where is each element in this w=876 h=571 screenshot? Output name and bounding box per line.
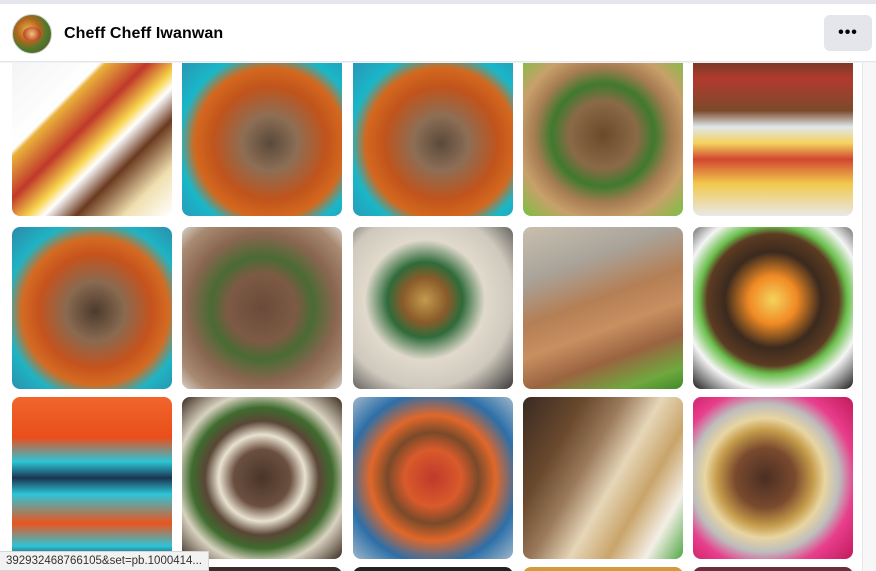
page-name-link[interactable]: Cheff Cheff Iwanwan xyxy=(64,25,223,43)
page-avatar[interactable] xyxy=(12,14,52,54)
photo-brown-broth-soup[interactable] xyxy=(182,227,342,389)
photo-spicy-beef-stew-bowl[interactable] xyxy=(353,397,513,559)
photo-rice-egg-carrot-box[interactable] xyxy=(693,227,853,389)
photo-beef-noodle-soup-teal-bowl[interactable] xyxy=(182,63,342,216)
more-dots-icon: ••• xyxy=(838,24,858,41)
photo-packed-meals-trays[interactable] xyxy=(12,63,172,216)
photo-beef-noodle-soup-closeup[interactable] xyxy=(12,227,172,389)
photo-partial-5[interactable] xyxy=(693,567,853,571)
photo-omelette-rice-boxes[interactable] xyxy=(693,63,853,216)
photo-tomato-soup-teal-bowls[interactable] xyxy=(12,397,172,559)
page-header: Cheff Cheff Iwanwan ••• xyxy=(0,4,876,62)
status-bar-url: 392932468766105&set=pb.1000414... xyxy=(0,551,210,571)
photo-beef-dish-pink-tray[interactable] xyxy=(693,397,853,559)
more-options-button[interactable]: ••• xyxy=(824,15,872,51)
photo-beansprout-beef-soup[interactable] xyxy=(182,397,342,559)
photo-partial-3[interactable] xyxy=(353,567,513,571)
photo-grid xyxy=(0,63,862,571)
photo-fried-rice-side-dishes[interactable] xyxy=(523,397,683,559)
photo-partial-4[interactable] xyxy=(523,567,683,571)
photo-bagged-soups-green-table[interactable] xyxy=(523,227,683,389)
photo-creamy-soup-vegetables[interactable] xyxy=(353,227,513,389)
photo-fried-noodles-scallions[interactable] xyxy=(523,63,683,216)
photo-beef-noodle-soup-teal-bowl-2[interactable] xyxy=(353,63,513,216)
scrollbar[interactable] xyxy=(862,63,876,571)
